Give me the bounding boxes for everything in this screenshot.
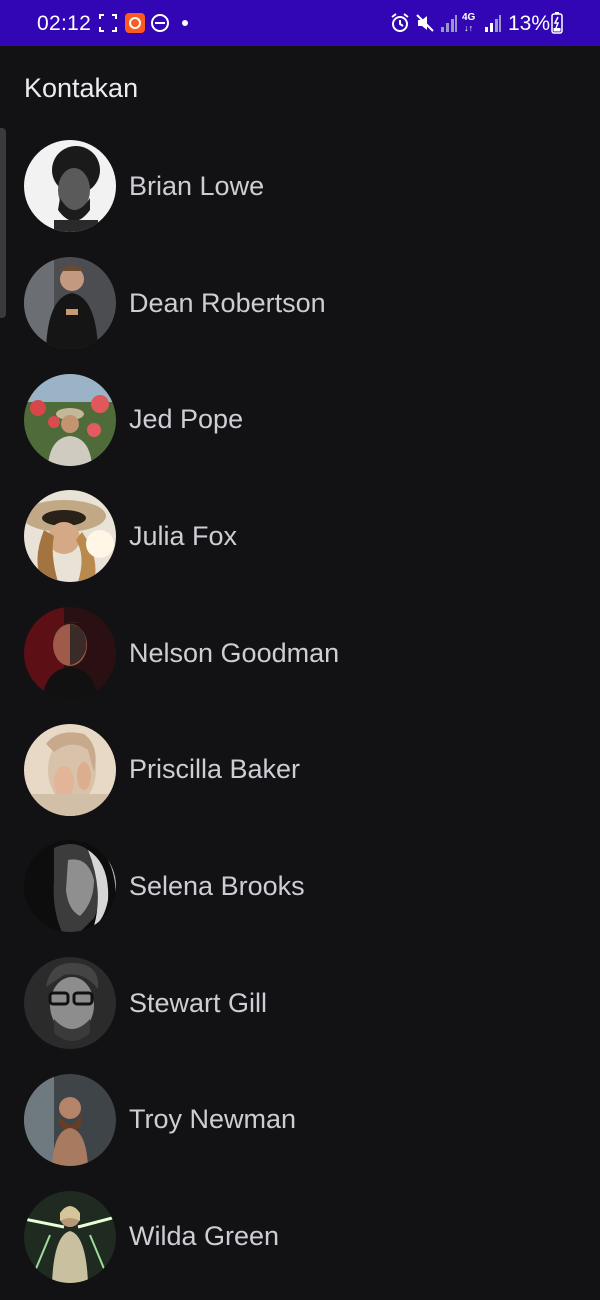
list-item[interactable]: Brian Lowe [0, 128, 600, 245]
page-title: Kontakan [24, 73, 139, 103]
avatar [24, 490, 116, 583]
screenshot-icon [98, 11, 118, 35]
list-item[interactable]: Nelson Goodman [0, 595, 600, 712]
list-item[interactable]: Jed Pope [0, 361, 600, 478]
dot-icon [180, 11, 190, 35]
avatar [24, 257, 116, 350]
list-item[interactable]: Dean Robertson [0, 245, 600, 362]
contact-name: Jed Pope [129, 404, 244, 435]
avatar [24, 373, 116, 466]
status-time: 02:12 [37, 12, 92, 35]
list-item[interactable]: Julia Fox [0, 478, 600, 595]
contact-name: Troy Newman [129, 1104, 297, 1135]
contact-name: Selena Brooks [129, 870, 305, 901]
avatar [24, 957, 116, 1050]
avatar [24, 840, 116, 933]
contact-name: Priscilla Baker [129, 754, 301, 785]
battery-percent: 13% [507, 12, 550, 35]
contact-name: Nelson Goodman [129, 637, 340, 668]
contact-name: Wilda Green [129, 1221, 280, 1252]
list-item[interactable]: Wilda Green [0, 1178, 600, 1295]
avatar [24, 140, 116, 233]
contact-list[interactable]: Brian Lowe Dean Robertson Jed Pope Julia… [0, 128, 600, 1295]
signal-icon [440, 11, 458, 35]
list-item[interactable]: Priscilla Baker [0, 711, 600, 828]
alarm-icon [389, 11, 411, 35]
avatar [24, 1190, 116, 1283]
contact-name: Julia Fox [129, 520, 238, 551]
list-item[interactable]: Stewart Gill [0, 945, 600, 1062]
network-type-label: 4G [462, 12, 476, 23]
contact-name: Stewart Gill [129, 987, 268, 1018]
contact-name: Dean Robertson [129, 287, 326, 318]
status-bar: 02:12 4G ↓↑ 13% [0, 0, 600, 46]
dnd-icon [150, 11, 170, 35]
list-item[interactable]: Troy Newman [0, 1062, 600, 1179]
mute-icon [415, 11, 435, 35]
avatar [24, 607, 116, 700]
avatar [24, 723, 116, 816]
battery-icon [551, 11, 563, 35]
signal-icon [484, 11, 502, 35]
4g-signal-icon: 4G ↓↑ [462, 12, 476, 34]
contact-name: Brian Lowe [129, 170, 265, 201]
list-item[interactable]: Selena Brooks [0, 828, 600, 945]
app-notification-icon [124, 11, 146, 35]
avatar [24, 1073, 116, 1166]
